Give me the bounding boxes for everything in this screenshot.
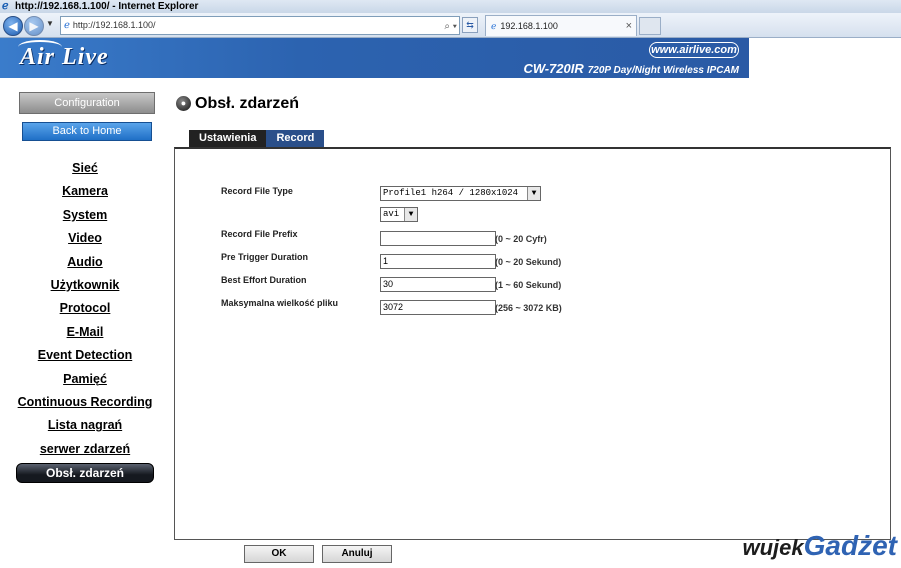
sidebar-item-serwer-zdarzen[interactable]: serwer zdarzeń xyxy=(0,438,170,461)
address-bar[interactable]: ℯ http://192.168.1.100/ ⌕ ▾ xyxy=(60,16,460,35)
max-file-size-label: Maksymalna wielkość pliku xyxy=(221,298,339,308)
search-icon[interactable]: ⌕ ▾ xyxy=(444,18,457,35)
best-effort-duration-hint: (1 ~ 60 Sekund) xyxy=(495,280,562,290)
sidebar-item-uzytkownik[interactable]: Użytkownik xyxy=(0,274,170,297)
address-text: http://192.168.1.100/ xyxy=(72,20,156,30)
pre-trigger-duration-label: Pre Trigger Duration xyxy=(221,252,309,262)
file-format-select[interactable]: avi ▼ xyxy=(380,207,418,222)
tab-ustawienia[interactable]: Ustawienia xyxy=(189,130,267,147)
ok-button[interactable]: OK xyxy=(244,545,314,563)
model-description: 720P Day/Night Wireless IPCAM xyxy=(587,65,739,76)
page-title: ● Obsł. zdarzeń xyxy=(176,95,299,113)
sidebar-item-email[interactable]: E-Mail xyxy=(0,321,170,344)
record-file-type-select[interactable]: Profile1 h264 / 1280x1024 ▼ xyxy=(380,186,541,201)
back-button[interactable]: ◀ xyxy=(3,16,23,36)
chevron-down-icon: ▼ xyxy=(404,208,417,221)
tab-title: 192.168.1.100 xyxy=(500,21,558,31)
model-label: CW-720IR 720P Day/Night Wireless IPCAM xyxy=(524,60,739,78)
sidebar-item-pamiec[interactable]: Pamięć xyxy=(0,368,170,391)
pre-trigger-duration-hint: (0 ~ 20 Sekund) xyxy=(495,257,562,267)
compat-view-icon[interactable]: ⇆ xyxy=(462,17,478,33)
record-file-prefix-hint: (0 ~ 20 Cyfr) xyxy=(495,234,547,244)
best-effort-duration-label: Best Effort Duration xyxy=(221,275,307,285)
chevron-down-icon: ▼ xyxy=(527,187,540,200)
record-settings-panel: Record File Type Profile1 h264 / 1280x10… xyxy=(174,147,891,540)
window-title-bar: ℯ http://192.168.1.100/ - Internet Explor… xyxy=(0,0,901,13)
history-dropdown-icon[interactable]: ▼ xyxy=(46,19,54,28)
vendor-url: www.airlive.com xyxy=(649,42,739,58)
sidebar-item-event-detection[interactable]: Event Detection xyxy=(0,344,170,367)
watermark-part1: wujek xyxy=(742,535,804,560)
close-icon[interactable]: × xyxy=(626,16,632,36)
record-file-type-value: Profile1 h264 / 1280x1024 xyxy=(383,188,519,198)
watermark: wujekGadżet xyxy=(743,530,898,562)
record-file-prefix-input[interactable] xyxy=(380,231,496,246)
cancel-button[interactable]: Anuluj xyxy=(322,545,392,563)
back-to-home-button[interactable]: Back to Home xyxy=(22,122,152,141)
sidebar-item-audio[interactable]: Audio xyxy=(0,251,170,274)
sidebar: Configuration Back to Home Sieć Kamera S… xyxy=(0,80,170,568)
record-file-prefix-label: Record File Prefix xyxy=(221,229,298,239)
sidebar-item-system[interactable]: System xyxy=(0,204,170,227)
new-tab-button[interactable] xyxy=(639,17,661,35)
model-name: CW-720IR xyxy=(523,61,584,76)
sidebar-item-protocol[interactable]: Protocol xyxy=(0,297,170,320)
sidebar-nav: Sieć Kamera System Video Audio Użytkowni… xyxy=(0,157,170,484)
sidebar-item-active-label: Obsł. zdarzeń xyxy=(16,463,154,484)
camera-banner: Air Live www.airlive.com CW-720IR 720P Da… xyxy=(0,38,749,78)
airlive-logo: Air Live xyxy=(20,44,109,70)
configuration-button[interactable]: Configuration xyxy=(19,92,155,114)
max-file-size-input[interactable]: 3072 xyxy=(380,300,496,315)
best-effort-duration-input[interactable]: 30 xyxy=(380,277,496,292)
sidebar-item-lista-nagran[interactable]: Lista nagrań xyxy=(0,414,170,437)
max-file-size-hint: (256 ~ 3072 KB) xyxy=(495,303,562,313)
sidebar-item-kamera[interactable]: Kamera xyxy=(0,180,170,203)
page-title-text: Obsł. zdarzeń xyxy=(195,95,300,112)
sidebar-item-obsl-zdarzen[interactable]: Obsł. zdarzeń xyxy=(0,461,170,484)
tab-page-icon: ℯ xyxy=(491,21,497,31)
sidebar-item-continuous-recording[interactable]: Continuous Recording xyxy=(0,391,170,414)
record-file-type-label: Record File Type xyxy=(221,186,293,196)
sidebar-item-video[interactable]: Video xyxy=(0,227,170,250)
sidebar-item-siec[interactable]: Sieć xyxy=(0,157,170,180)
watermark-part2: Gadżet xyxy=(803,530,897,561)
browser-nav-bar: ◀ ▶ ▼ ℯ http://192.168.1.100/ ⌕ ▾ ⇆ ℯ 192.… xyxy=(0,13,901,38)
event-handler-icon: ● xyxy=(176,96,191,112)
window-title: http://192.168.1.100/ - Internet Explore… xyxy=(15,1,199,12)
forward-button[interactable]: ▶ xyxy=(24,16,44,36)
browser-tab[interactable]: ℯ 192.168.1.100 × xyxy=(485,15,637,36)
tab-record[interactable]: Record xyxy=(266,130,325,147)
section-tabs: Ustawienia Record xyxy=(189,130,325,147)
file-format-value: avi xyxy=(383,209,400,219)
internet-explorer-icon: ℯ xyxy=(2,0,9,12)
page-icon: ℯ xyxy=(64,20,70,31)
pre-trigger-duration-input[interactable]: 1 xyxy=(380,254,496,269)
